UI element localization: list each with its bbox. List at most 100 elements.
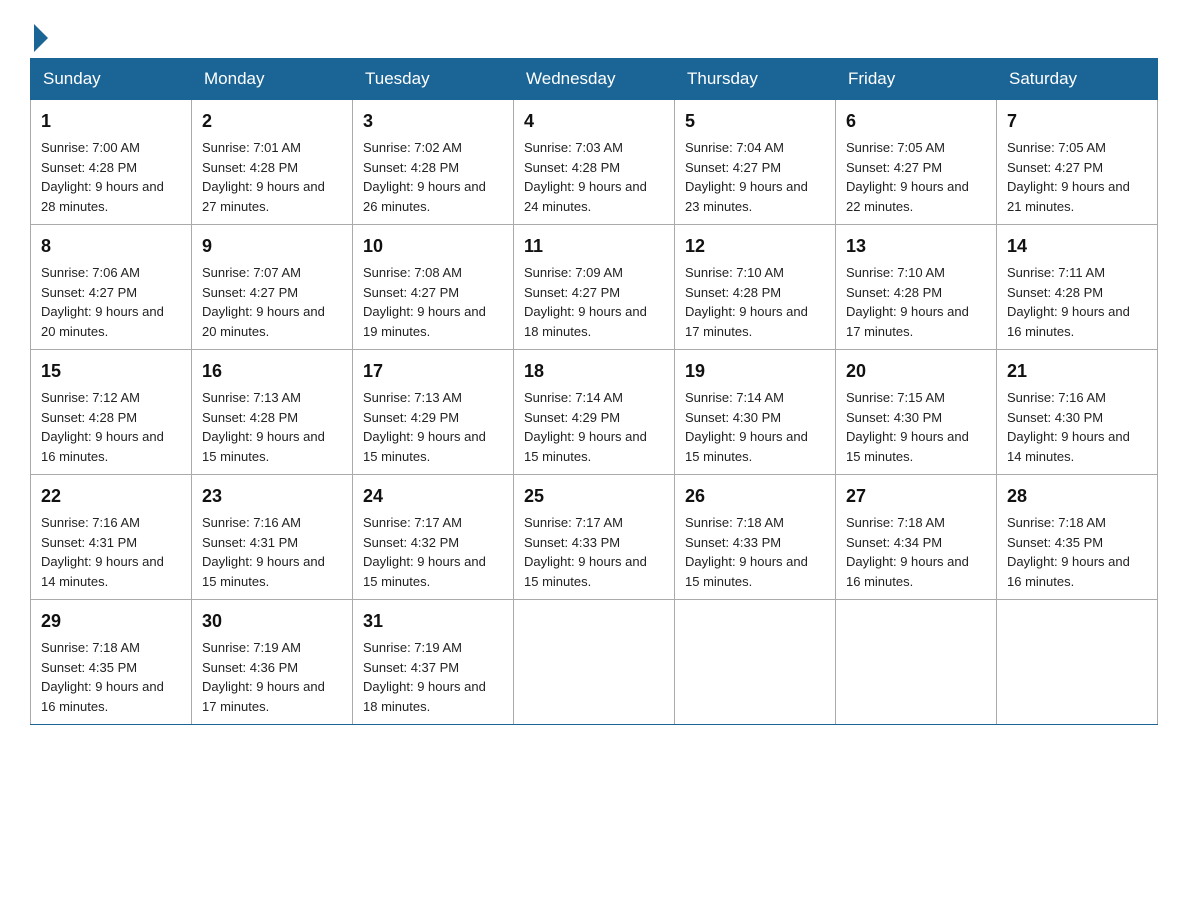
- logo-arrow-icon: [34, 24, 48, 52]
- calendar-day-header: Tuesday: [353, 59, 514, 100]
- day-number: 16: [202, 358, 342, 385]
- day-number: 24: [363, 483, 503, 510]
- calendar-cell: 29 Sunrise: 7:18 AMSunset: 4:35 PMDaylig…: [31, 600, 192, 725]
- day-info: Sunrise: 7:05 AMSunset: 4:27 PMDaylight:…: [846, 140, 969, 214]
- day-info: Sunrise: 7:14 AMSunset: 4:30 PMDaylight:…: [685, 390, 808, 464]
- day-number: 31: [363, 608, 503, 635]
- calendar-cell: 3 Sunrise: 7:02 AMSunset: 4:28 PMDayligh…: [353, 100, 514, 225]
- calendar-cell: 2 Sunrise: 7:01 AMSunset: 4:28 PMDayligh…: [192, 100, 353, 225]
- day-number: 11: [524, 233, 664, 260]
- calendar-cell: 21 Sunrise: 7:16 AMSunset: 4:30 PMDaylig…: [997, 350, 1158, 475]
- day-info: Sunrise: 7:00 AMSunset: 4:28 PMDaylight:…: [41, 140, 164, 214]
- calendar-cell: [514, 600, 675, 725]
- day-info: Sunrise: 7:07 AMSunset: 4:27 PMDaylight:…: [202, 265, 325, 339]
- day-info: Sunrise: 7:17 AMSunset: 4:33 PMDaylight:…: [524, 515, 647, 589]
- calendar-cell: 16 Sunrise: 7:13 AMSunset: 4:28 PMDaylig…: [192, 350, 353, 475]
- calendar-cell: 28 Sunrise: 7:18 AMSunset: 4:35 PMDaylig…: [997, 475, 1158, 600]
- day-info: Sunrise: 7:18 AMSunset: 4:33 PMDaylight:…: [685, 515, 808, 589]
- day-number: 2: [202, 108, 342, 135]
- day-number: 3: [363, 108, 503, 135]
- calendar-cell: 18 Sunrise: 7:14 AMSunset: 4:29 PMDaylig…: [514, 350, 675, 475]
- calendar-cell: 12 Sunrise: 7:10 AMSunset: 4:28 PMDaylig…: [675, 225, 836, 350]
- calendar-cell: 31 Sunrise: 7:19 AMSunset: 4:37 PMDaylig…: [353, 600, 514, 725]
- calendar-day-header: Monday: [192, 59, 353, 100]
- calendar-cell: 7 Sunrise: 7:05 AMSunset: 4:27 PMDayligh…: [997, 100, 1158, 225]
- day-number: 4: [524, 108, 664, 135]
- calendar-cell: 5 Sunrise: 7:04 AMSunset: 4:27 PMDayligh…: [675, 100, 836, 225]
- calendar-cell: 11 Sunrise: 7:09 AMSunset: 4:27 PMDaylig…: [514, 225, 675, 350]
- calendar-day-header: Thursday: [675, 59, 836, 100]
- calendar-day-header: Friday: [836, 59, 997, 100]
- day-info: Sunrise: 7:13 AMSunset: 4:29 PMDaylight:…: [363, 390, 486, 464]
- calendar-week-row: 1 Sunrise: 7:00 AMSunset: 4:28 PMDayligh…: [31, 100, 1158, 225]
- day-info: Sunrise: 7:18 AMSunset: 4:34 PMDaylight:…: [846, 515, 969, 589]
- calendar-cell: 4 Sunrise: 7:03 AMSunset: 4:28 PMDayligh…: [514, 100, 675, 225]
- day-info: Sunrise: 7:16 AMSunset: 4:31 PMDaylight:…: [41, 515, 164, 589]
- calendar-cell: 25 Sunrise: 7:17 AMSunset: 4:33 PMDaylig…: [514, 475, 675, 600]
- day-number: 12: [685, 233, 825, 260]
- calendar-cell: 10 Sunrise: 7:08 AMSunset: 4:27 PMDaylig…: [353, 225, 514, 350]
- calendar-day-header: Saturday: [997, 59, 1158, 100]
- day-info: Sunrise: 7:18 AMSunset: 4:35 PMDaylight:…: [41, 640, 164, 714]
- day-number: 9: [202, 233, 342, 260]
- calendar-cell: [836, 600, 997, 725]
- day-number: 7: [1007, 108, 1147, 135]
- calendar-cell: 20 Sunrise: 7:15 AMSunset: 4:30 PMDaylig…: [836, 350, 997, 475]
- day-number: 14: [1007, 233, 1147, 260]
- day-info: Sunrise: 7:18 AMSunset: 4:35 PMDaylight:…: [1007, 515, 1130, 589]
- day-number: 27: [846, 483, 986, 510]
- page-header: [30, 20, 1158, 48]
- day-info: Sunrise: 7:17 AMSunset: 4:32 PMDaylight:…: [363, 515, 486, 589]
- calendar-week-row: 8 Sunrise: 7:06 AMSunset: 4:27 PMDayligh…: [31, 225, 1158, 350]
- calendar-cell: 24 Sunrise: 7:17 AMSunset: 4:32 PMDaylig…: [353, 475, 514, 600]
- calendar-header-row: SundayMondayTuesdayWednesdayThursdayFrid…: [31, 59, 1158, 100]
- calendar-cell: 23 Sunrise: 7:16 AMSunset: 4:31 PMDaylig…: [192, 475, 353, 600]
- calendar-week-row: 29 Sunrise: 7:18 AMSunset: 4:35 PMDaylig…: [31, 600, 1158, 725]
- day-info: Sunrise: 7:16 AMSunset: 4:31 PMDaylight:…: [202, 515, 325, 589]
- day-number: 13: [846, 233, 986, 260]
- day-info: Sunrise: 7:04 AMSunset: 4:27 PMDaylight:…: [685, 140, 808, 214]
- calendar-cell: [675, 600, 836, 725]
- calendar-cell: 22 Sunrise: 7:16 AMSunset: 4:31 PMDaylig…: [31, 475, 192, 600]
- day-number: 28: [1007, 483, 1147, 510]
- day-info: Sunrise: 7:12 AMSunset: 4:28 PMDaylight:…: [41, 390, 164, 464]
- day-info: Sunrise: 7:15 AMSunset: 4:30 PMDaylight:…: [846, 390, 969, 464]
- calendar-cell: 8 Sunrise: 7:06 AMSunset: 4:27 PMDayligh…: [31, 225, 192, 350]
- day-number: 19: [685, 358, 825, 385]
- calendar-cell: 6 Sunrise: 7:05 AMSunset: 4:27 PMDayligh…: [836, 100, 997, 225]
- day-number: 29: [41, 608, 181, 635]
- calendar-day-header: Wednesday: [514, 59, 675, 100]
- calendar-cell: 1 Sunrise: 7:00 AMSunset: 4:28 PMDayligh…: [31, 100, 192, 225]
- day-number: 21: [1007, 358, 1147, 385]
- calendar-cell: 19 Sunrise: 7:14 AMSunset: 4:30 PMDaylig…: [675, 350, 836, 475]
- day-number: 18: [524, 358, 664, 385]
- day-number: 26: [685, 483, 825, 510]
- day-number: 20: [846, 358, 986, 385]
- day-info: Sunrise: 7:13 AMSunset: 4:28 PMDaylight:…: [202, 390, 325, 464]
- day-info: Sunrise: 7:02 AMSunset: 4:28 PMDaylight:…: [363, 140, 486, 214]
- day-info: Sunrise: 7:06 AMSunset: 4:27 PMDaylight:…: [41, 265, 164, 339]
- day-number: 17: [363, 358, 503, 385]
- calendar-week-row: 22 Sunrise: 7:16 AMSunset: 4:31 PMDaylig…: [31, 475, 1158, 600]
- calendar-week-row: 15 Sunrise: 7:12 AMSunset: 4:28 PMDaylig…: [31, 350, 1158, 475]
- day-info: Sunrise: 7:01 AMSunset: 4:28 PMDaylight:…: [202, 140, 325, 214]
- calendar-cell: 30 Sunrise: 7:19 AMSunset: 4:36 PMDaylig…: [192, 600, 353, 725]
- calendar-cell: 26 Sunrise: 7:18 AMSunset: 4:33 PMDaylig…: [675, 475, 836, 600]
- day-info: Sunrise: 7:03 AMSunset: 4:28 PMDaylight:…: [524, 140, 647, 214]
- day-info: Sunrise: 7:10 AMSunset: 4:28 PMDaylight:…: [685, 265, 808, 339]
- day-number: 15: [41, 358, 181, 385]
- day-number: 8: [41, 233, 181, 260]
- day-info: Sunrise: 7:08 AMSunset: 4:27 PMDaylight:…: [363, 265, 486, 339]
- calendar-cell: 15 Sunrise: 7:12 AMSunset: 4:28 PMDaylig…: [31, 350, 192, 475]
- calendar-cell: 13 Sunrise: 7:10 AMSunset: 4:28 PMDaylig…: [836, 225, 997, 350]
- day-number: 10: [363, 233, 503, 260]
- day-info: Sunrise: 7:19 AMSunset: 4:37 PMDaylight:…: [363, 640, 486, 714]
- day-info: Sunrise: 7:05 AMSunset: 4:27 PMDaylight:…: [1007, 140, 1130, 214]
- day-number: 6: [846, 108, 986, 135]
- calendar-cell: 17 Sunrise: 7:13 AMSunset: 4:29 PMDaylig…: [353, 350, 514, 475]
- calendar-cell: 27 Sunrise: 7:18 AMSunset: 4:34 PMDaylig…: [836, 475, 997, 600]
- day-info: Sunrise: 7:10 AMSunset: 4:28 PMDaylight:…: [846, 265, 969, 339]
- calendar-day-header: Sunday: [31, 59, 192, 100]
- day-info: Sunrise: 7:09 AMSunset: 4:27 PMDaylight:…: [524, 265, 647, 339]
- day-number: 25: [524, 483, 664, 510]
